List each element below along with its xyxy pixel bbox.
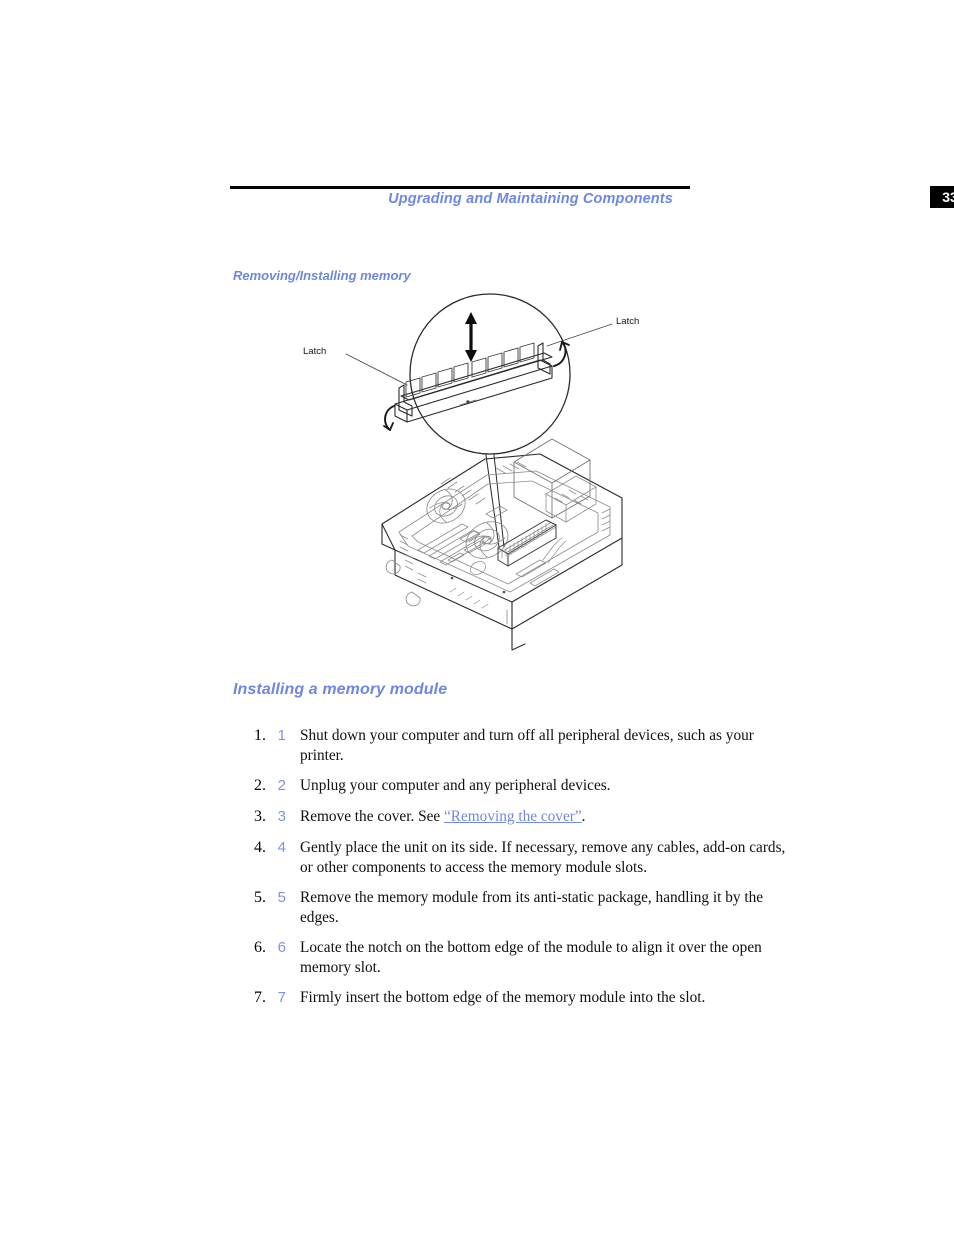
latch-leader-left: [345, 353, 408, 386]
list-item: 7 Firmly insert the bottom edge of the m…: [270, 988, 790, 1008]
step-text: Remove the cover. See “Removing the cove…: [300, 808, 585, 825]
insert-direction-arrow: [465, 312, 477, 362]
subsection-heading: Removing/Installing memory: [233, 268, 411, 283]
step-number: 3: [277, 808, 286, 825]
latch-label-left: Latch: [303, 346, 326, 357]
step-number: 2: [277, 777, 286, 794]
section-heading: Installing a memory module: [233, 681, 448, 698]
list-item: 4 Gently place the unit on its side. If …: [270, 838, 790, 877]
step-text: Locate the notch on the bottom edge of t…: [300, 939, 762, 976]
list-item: 5 Remove the memory module from its anti…: [270, 888, 790, 927]
list-item: 3 Remove the cover. See “Removing the co…: [270, 807, 790, 827]
step-number: 7: [277, 989, 286, 1006]
header-title: Upgrading and Maintaining Components: [388, 191, 673, 207]
step-number: 4: [277, 839, 286, 856]
step-number: 6: [277, 939, 286, 956]
step-text: Shut down your computer and turn off all…: [300, 727, 754, 764]
step-text: Remove the memory module from its anti-s…: [300, 889, 764, 926]
latch-label-right: Latch: [616, 316, 639, 327]
procedure-list: 1 Shut down your computer and turn off a…: [230, 726, 790, 1019]
page-header: Upgrading and Maintaining Components 33: [230, 186, 954, 216]
manual-page: Upgrading and Maintaining Components 33 …: [0, 0, 954, 1235]
header-rule: [230, 186, 690, 189]
memory-module-detail: [383, 312, 570, 431]
step-number: 5: [277, 889, 286, 906]
chassis-illustration: [381, 438, 623, 651]
list-item: 1 Shut down your computer and turn off a…: [270, 726, 790, 765]
memory-module-figure: Latch Latch: [300, 292, 660, 672]
callout-leader-cone: [485, 454, 505, 548]
right-latch-arrow: [553, 341, 570, 367]
list-item: 6 Locate the notch on the bottom edge of…: [270, 938, 790, 977]
step-text: Firmly insert the bottom edge of the mem…: [300, 989, 706, 1006]
cross-reference-link[interactable]: “Removing the cover”: [444, 808, 582, 825]
step-text: Unplug your computer and any peripheral …: [300, 777, 611, 794]
step-number: 1: [277, 727, 286, 744]
latch-leader-right: [546, 323, 613, 347]
step-text: Gently place the unit on its side. If ne…: [300, 839, 786, 876]
step-text-after: .: [581, 808, 586, 825]
list-item: 2 Unplug your computer and any periphera…: [270, 776, 790, 796]
page-number-badge: 33: [930, 186, 954, 208]
step-text-before: Remove the cover. See: [300, 808, 444, 825]
left-latch-arrow: [383, 405, 395, 431]
memory-slot-bank: [497, 519, 557, 567]
